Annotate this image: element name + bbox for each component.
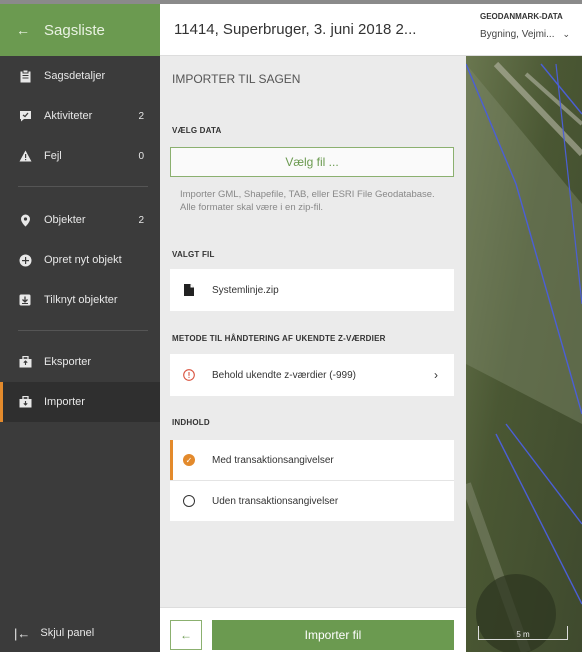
sidebar-title: Sagsliste xyxy=(44,21,105,39)
plus-circle-icon xyxy=(18,253,32,267)
warning-icon xyxy=(18,149,32,163)
radio-unchecked xyxy=(182,495,196,507)
map-pin-icon xyxy=(18,213,32,227)
sidebar-item-sagsdetaljer[interactable]: Sagsdetaljer xyxy=(0,56,160,96)
map-layer-header[interactable]: GEODANMARK-DATA Bygning, Vejmi... ⌄ xyxy=(466,4,582,56)
sidebar-item-label: Tilknyt objekter xyxy=(44,294,118,306)
aerial-map xyxy=(466,4,582,652)
panel-footer: ← Importer fil xyxy=(160,607,466,652)
count-badge: 2 xyxy=(138,214,144,226)
map-view[interactable]: GEODANMARK-DATA Bygning, Vejmi... ⌄ 5 m xyxy=(466,4,582,652)
sidebar-item-label: Eksporter xyxy=(44,356,92,368)
import-panel: 11414, Superbruger, 3. juni 2018 2... IM… xyxy=(160,4,466,652)
case-title: 11414, Superbruger, 3. juni 2018 2... xyxy=(160,4,466,56)
briefcase-icon xyxy=(18,355,32,369)
option-uden-transaktionsangivelser[interactable]: Uden transaktionsangivelser xyxy=(170,481,454,521)
method-label: METODE TIL HÅNDTERING AF UKENDTE Z-VÆRDI… xyxy=(172,334,386,343)
arrow-left-icon: ← xyxy=(180,628,192,642)
chevron-right-icon: › xyxy=(434,368,438,382)
sidebar-item-aktiviteter[interactable]: Aktiviteter 2 xyxy=(0,96,160,136)
chevron-down-icon: ⌄ xyxy=(562,29,571,39)
sidebar-item-objekter[interactable]: Objekter 2 xyxy=(0,200,160,240)
option-med-transaktionsangivelser[interactable]: ✓ Med transaktionsangivelser xyxy=(170,440,454,480)
collapse-left-icon: |← xyxy=(14,625,31,641)
file-icon xyxy=(182,284,196,296)
sidebar-item-fejl[interactable]: Fejl 0 xyxy=(0,136,160,176)
method-select[interactable]: Behold ukendte z-værdier (-999) › xyxy=(170,354,454,396)
sidebar-item-label: Aktiviteter xyxy=(44,110,93,122)
map-layer-title: GEODANMARK-DATA xyxy=(480,12,563,21)
clipboard-icon xyxy=(18,69,32,83)
map-layer-select: Bygning, Vejmi... xyxy=(480,29,555,40)
scale-label: 5 m xyxy=(516,630,530,639)
sidebar-item-label: Fejl xyxy=(44,150,62,162)
count-badge: 2 xyxy=(138,110,144,122)
section-title: IMPORTER TIL SAGEN xyxy=(172,72,301,86)
choose-file-button[interactable]: Vælg fil ... xyxy=(170,147,454,177)
sidebar-item-label: Sagsdetaljer xyxy=(44,70,106,82)
sidebar-item-tilknyt-objekter[interactable]: Tilknyt objekter xyxy=(0,280,160,320)
info-circle-icon xyxy=(182,369,196,381)
selected-file-card: Systemlinje.zip xyxy=(170,269,454,311)
sidebar-item-eksporter[interactable]: Eksporter xyxy=(0,342,160,382)
download-box-icon xyxy=(18,293,32,307)
back-button[interactable]: ← xyxy=(170,620,202,650)
hide-panel-label: Skjul panel xyxy=(40,627,95,639)
sidebar-item-opret-nyt-objekt[interactable]: Opret nyt objekt xyxy=(0,240,160,280)
sidebar-item-label: Opret nyt objekt xyxy=(44,254,122,266)
sidebar-divider xyxy=(18,186,148,187)
option-label: Med transaktionsangivelser xyxy=(212,454,334,466)
sidebar-item-importer[interactable]: Importer xyxy=(0,382,160,422)
import-help-text: Importer GML, Shapefile, TAB, eller ESRI… xyxy=(180,189,435,213)
briefcase-icon xyxy=(18,395,32,409)
selected-file-label: VALGT FIL xyxy=(172,250,215,259)
import-file-button[interactable]: Importer fil xyxy=(212,620,454,650)
sidebar: ← Sagsliste Sagsdetaljer Aktiviteter 2 F… xyxy=(0,4,160,652)
sidebar-item-label: Objekter xyxy=(44,214,86,226)
hide-panel-button[interactable]: |← Skjul panel xyxy=(0,614,160,652)
selected-file-name: Systemlinje.zip xyxy=(212,284,279,296)
sidebar-back-button[interactable]: ← Sagsliste xyxy=(0,4,160,56)
radio-empty-icon xyxy=(183,495,195,507)
method-value: Behold ukendte z-værdier (-999) xyxy=(212,369,356,381)
sidebar-item-label: Importer xyxy=(44,396,85,408)
comment-icon xyxy=(18,109,32,123)
option-label: Uden transaktionsangivelser xyxy=(212,495,339,507)
count-badge: 0 xyxy=(138,150,144,162)
sidebar-divider xyxy=(18,330,148,331)
content-label: INDHOLD xyxy=(172,418,210,427)
map-scale-bar: 5 m xyxy=(478,626,568,640)
check-icon: ✓ xyxy=(183,454,195,466)
arrow-left-icon: ← xyxy=(16,22,30,38)
choose-data-label: VÆLG DATA xyxy=(172,126,222,135)
radio-checked: ✓ xyxy=(182,454,196,466)
